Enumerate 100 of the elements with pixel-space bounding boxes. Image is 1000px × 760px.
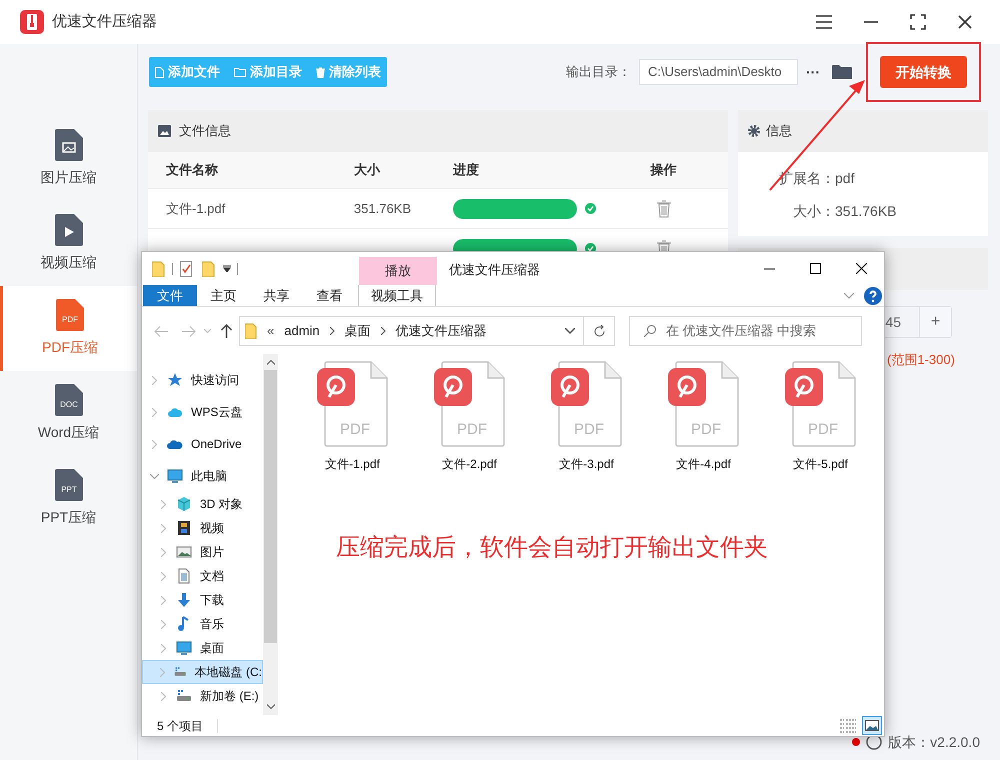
nav-item[interactable]: 快速访问 xyxy=(191,371,239,389)
chevron-up-icon[interactable] xyxy=(266,360,274,365)
star-icon xyxy=(167,372,183,388)
forward-arrow-icon[interactable] xyxy=(182,326,196,336)
chevron-down-icon[interactable] xyxy=(266,704,274,709)
scrollbar[interactable] xyxy=(263,354,278,715)
context-tab-header: 播放 xyxy=(359,257,437,285)
nav-item[interactable]: 图片 xyxy=(142,540,263,564)
close-icon[interactable] xyxy=(856,263,867,274)
ribbon-tab[interactable]: 查看 xyxy=(303,285,356,306)
fullscreen-icon[interactable] xyxy=(910,14,926,30)
file-item[interactable]: PDF 文件-3.pdf xyxy=(543,360,630,473)
back-arrow-icon[interactable] xyxy=(154,326,168,336)
nav-item[interactable]: OneDrive xyxy=(191,435,242,453)
table-cell: 351.76KB xyxy=(354,200,412,216)
document-icon xyxy=(54,214,82,246)
file-type-label: PPT xyxy=(60,485,76,494)
monitor-icon xyxy=(176,640,192,656)
nav-item[interactable]: 本地磁盘 (C: xyxy=(142,660,263,684)
chevron-right-icon xyxy=(330,327,335,335)
help-icon[interactable] xyxy=(864,286,882,304)
refresh-button[interactable] xyxy=(584,316,615,346)
file-type-label: PDF xyxy=(340,421,370,438)
app-logo-icon xyxy=(20,10,44,34)
file-type-label: DOC xyxy=(60,400,78,409)
sidebar-item[interactable]: 视频压缩 xyxy=(0,201,137,286)
menu-icon[interactable] xyxy=(816,15,832,29)
nav-item[interactable]: 此电脑 xyxy=(191,467,227,485)
breadcrumb-item[interactable]: 桌面 xyxy=(344,321,371,341)
chevron-right-icon[interactable] xyxy=(161,644,166,652)
sidebar-item[interactable]: PPT PPT压缩 xyxy=(0,456,137,541)
chevron-right-icon[interactable] xyxy=(161,524,166,532)
details-view-icon[interactable] xyxy=(840,718,856,732)
nav-item[interactable]: 3D 对象 xyxy=(142,492,263,516)
range-hint: (范围1-300) xyxy=(887,351,955,369)
app-title: 优速文件压缩器 xyxy=(52,12,157,32)
checklist-icon[interactable] xyxy=(180,260,192,276)
breadcrumb-item[interactable]: admin xyxy=(284,321,320,341)
breadcrumb-overflow[interactable]: « xyxy=(267,321,274,341)
chevron-right-icon[interactable] xyxy=(161,620,166,628)
file-item[interactable]: PDF 文件-4.pdf xyxy=(660,360,747,473)
nav-item[interactable]: WPS云盘 xyxy=(191,403,242,421)
drive-icon xyxy=(176,688,192,704)
file-type-label: PDF xyxy=(574,421,604,438)
chevron-right-icon[interactable] xyxy=(161,548,166,556)
chevron-right-icon xyxy=(380,327,386,335)
nav-item[interactable]: 文档 xyxy=(142,564,263,588)
file-item[interactable]: PDF 文件-2.pdf xyxy=(426,360,513,473)
chevron-right-icon[interactable] xyxy=(161,692,166,700)
search-icon xyxy=(644,325,656,337)
info-label: 大小： xyxy=(793,203,835,219)
film-icon xyxy=(176,520,192,536)
minimize-icon[interactable] xyxy=(764,268,775,270)
dropdown-icon[interactable] xyxy=(223,265,231,272)
file-item[interactable]: PDF 文件-1.pdf xyxy=(309,360,396,473)
image-icon xyxy=(158,125,171,137)
chevron-down-icon[interactable] xyxy=(565,328,575,334)
more-button[interactable]: ··· xyxy=(806,62,820,82)
large-icons-view-button[interactable] xyxy=(862,716,882,735)
close-icon[interactable] xyxy=(958,15,972,29)
chevron-right-icon[interactable] xyxy=(152,376,157,384)
output-path-field[interactable]: C:\Users\admin\Deskto xyxy=(639,59,798,85)
chevron-right-icon[interactable] xyxy=(152,440,157,448)
start-button[interactable]: 开始转换 xyxy=(880,56,967,88)
check-icon xyxy=(584,203,596,214)
trash-icon[interactable] xyxy=(656,200,671,218)
nav-item[interactable]: 下载 xyxy=(142,588,263,612)
search-field[interactable]: 在 优速文件压缩器 中搜索 xyxy=(629,316,862,346)
ribbon-tab[interactable]: 文件 xyxy=(143,285,197,306)
file-type-label: PDF xyxy=(808,421,838,438)
file-type-label: PDF xyxy=(62,315,78,324)
sidebar-item[interactable]: DOC Word压缩 xyxy=(0,371,137,456)
chevron-right-icon[interactable] xyxy=(161,572,166,580)
info-value: 351.76KB xyxy=(835,202,896,221)
file-item[interactable]: PDF 文件-5.pdf xyxy=(777,360,864,473)
chevron-right-icon[interactable] xyxy=(152,408,157,416)
ribbon-tab[interactable]: 主页 xyxy=(197,285,250,306)
info-value: pdf xyxy=(835,169,854,188)
folder-icon xyxy=(234,67,246,77)
table-cell: 文件-1.pdf xyxy=(166,200,226,216)
breadcrumb-item[interactable]: 优速文件压缩器 xyxy=(396,321,487,341)
chevron-right-icon[interactable] xyxy=(161,500,166,508)
image-icon xyxy=(865,720,879,731)
chevron-right-icon[interactable] xyxy=(160,668,166,676)
nav-item[interactable]: 桌面 xyxy=(142,636,263,660)
annotation-text: 压缩完成后，软件会自动打开输出文件夹 xyxy=(336,533,768,563)
folder-icon[interactable] xyxy=(832,64,852,80)
file-type-label: PDF xyxy=(456,421,486,438)
nav-item[interactable]: 视频 xyxy=(142,516,263,540)
chevron-right-icon[interactable] xyxy=(161,596,166,604)
nav-item[interactable]: 音乐 xyxy=(142,612,263,636)
ribbon-tab[interactable]: 视频工具 xyxy=(358,285,436,306)
file-type-label: PDF xyxy=(690,421,720,438)
ribbon-tab[interactable]: 共享 xyxy=(250,285,303,306)
nav-item[interactable]: 新加卷 (E:) xyxy=(142,684,263,708)
column-header: 进度 xyxy=(452,162,479,177)
address-bar[interactable]: « admin 桌面 优速文件压缩器 xyxy=(239,316,584,346)
maximize-icon[interactable] xyxy=(810,263,821,274)
up-arrow-icon[interactable] xyxy=(221,324,232,338)
sidebar-item[interactable]: 图片压缩 xyxy=(0,116,137,201)
